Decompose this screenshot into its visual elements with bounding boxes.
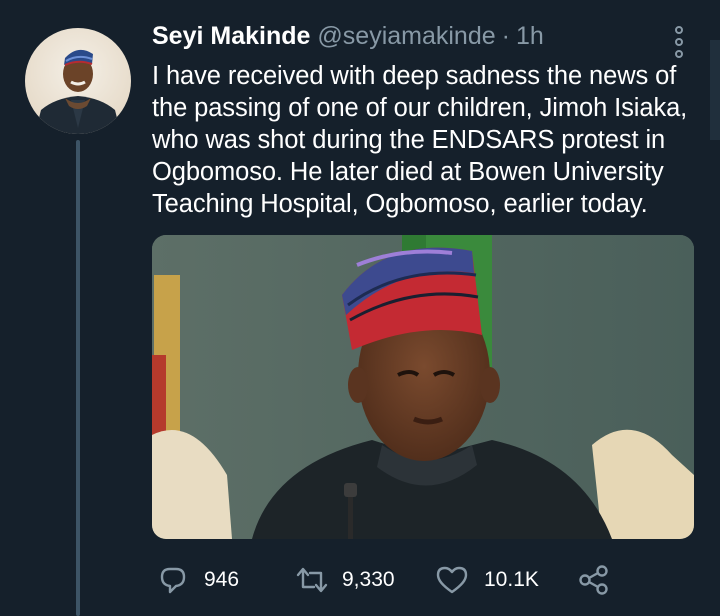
reply-icon — [160, 567, 186, 594]
reply-count: 946 — [204, 568, 240, 591]
photo-image — [152, 235, 694, 539]
reply-button[interactable]: 946 — [158, 562, 239, 598]
share-button[interactable] — [578, 562, 610, 598]
tweet[interactable]: Seyi Makinde @seyiamakinde · 1h I have r… — [0, 0, 720, 616]
retweet-icon — [296, 567, 328, 593]
separator: · — [501, 22, 510, 50]
retweet-count: 9,330 — [342, 568, 395, 591]
share-icon — [579, 565, 608, 595]
tweet-photo[interactable] — [152, 235, 694, 539]
more-options-icon[interactable] — [668, 26, 690, 58]
like-button[interactable]: 10.1K — [436, 562, 539, 598]
author-handle[interactable]: @seyiamakinde — [317, 22, 495, 51]
retweet-button[interactable]: 9,330 — [294, 562, 395, 598]
like-count: 10.1K — [484, 568, 539, 591]
adjacent-panel-edge — [710, 40, 720, 140]
tweet-header: Seyi Makinde @seyiamakinde · 1h — [152, 22, 544, 58]
avatar[interactable] — [25, 28, 131, 134]
avatar-image — [35, 49, 121, 134]
tweet-text: I have received with deep sadness the ne… — [152, 62, 688, 218]
author-name[interactable]: Seyi Makinde — [152, 22, 310, 51]
thread-line — [76, 140, 80, 616]
heart-icon — [436, 566, 468, 594]
timestamp[interactable]: 1h — [516, 22, 544, 51]
